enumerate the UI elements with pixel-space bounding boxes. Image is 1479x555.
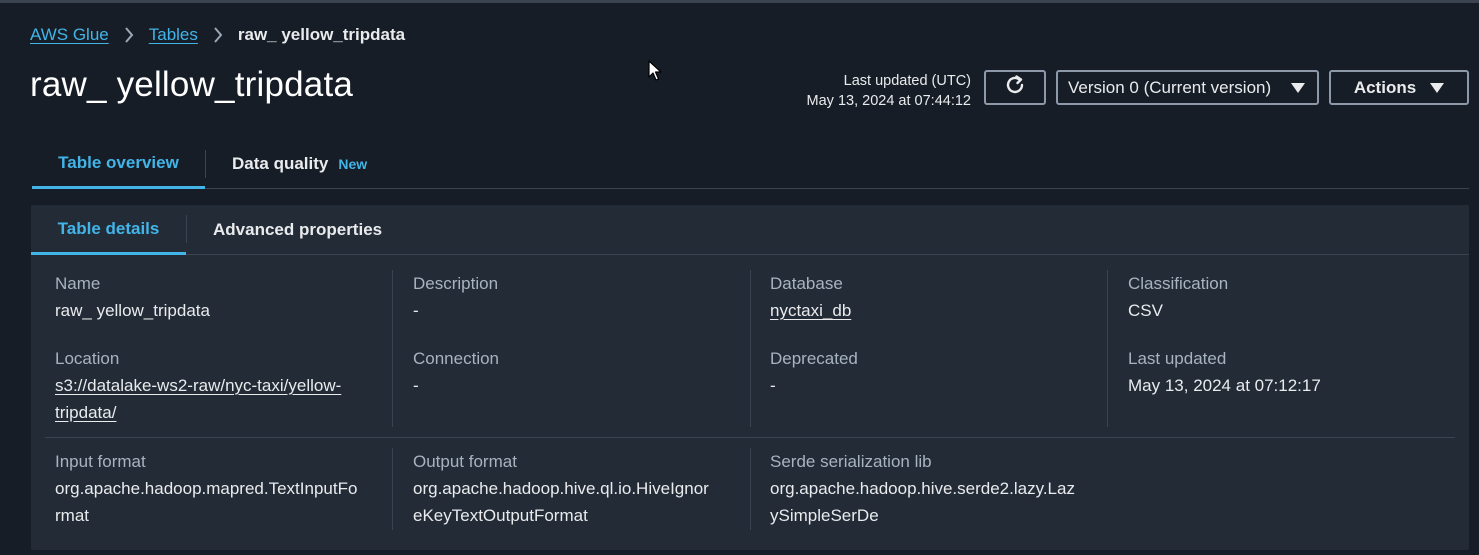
new-badge: New	[338, 156, 368, 172]
location-link-line-1[interactable]: s3://datalake-ws2-raw/nyc-taxi/yellow-	[55, 372, 341, 399]
version-select-label: Version 0 (Current version)	[1068, 77, 1272, 97]
tab-table-details[interactable]: Table details	[31, 205, 186, 255]
section-divider	[45, 437, 1455, 438]
caret-down-icon	[1291, 83, 1305, 93]
last-updated-value: May 13, 2024 at 07:44:12	[806, 93, 971, 109]
field-value: -	[413, 376, 419, 395]
tab-table-overview[interactable]: Table overview	[32, 140, 205, 189]
field-value-line-2: eKeyTextOutputFormat	[413, 506, 588, 525]
mouse-cursor-icon	[648, 60, 662, 87]
field-description: Description -	[413, 270, 498, 324]
field-value-line-1: org.apache.hadoop.hive.ql.io.HiveIgnor	[413, 479, 709, 498]
field-value-line-2: rmat	[55, 506, 89, 525]
top-border	[0, 0, 1479, 3]
location-link-line-2[interactable]: tripdata/	[55, 399, 341, 426]
column-divider	[750, 448, 751, 530]
last-updated-label: Last updated (UTC)	[843, 73, 971, 89]
chevron-right-icon	[109, 27, 149, 43]
field-label: Location	[55, 349, 120, 368]
page-title: raw_ yellow_tripdata	[30, 65, 354, 104]
field-serde-lib: Serde serialization lib org.apache.hadoo…	[770, 448, 1075, 529]
refresh-button[interactable]	[984, 70, 1046, 105]
refresh-icon	[1004, 74, 1026, 101]
field-label: Deprecated	[770, 349, 858, 368]
field-value: raw_ yellow_tripdata	[55, 301, 210, 320]
field-label: Serde serialization lib	[770, 452, 932, 471]
field-label: Description	[413, 274, 499, 293]
column-divider	[392, 448, 393, 530]
field-value-line-1: org.apache.hadoop.mapred.TextInputFo	[55, 479, 358, 498]
actions-label: Actions	[1353, 77, 1417, 97]
field-label: Connection	[413, 349, 500, 368]
field-value: -	[770, 376, 776, 395]
tab-advanced-properties[interactable]: Advanced properties	[213, 205, 382, 254]
last-updated-info: Last updated (UTC) May 13, 2024 at 07:44…	[807, 71, 971, 111]
main-tabs: Table overview Data quality New	[32, 140, 1469, 189]
detail-subtabs: Table details Advanced properties	[31, 205, 1469, 255]
table-details-panel: Table details Advanced properties Name r…	[31, 205, 1469, 550]
field-database: Database nyctaxi_db	[770, 270, 851, 324]
field-value-line-1: org.apache.hadoop.hive.serde2.lazy.Laz	[770, 479, 1075, 498]
field-output-format: Output format org.apache.hadoop.hive.ql.…	[413, 448, 709, 529]
field-input-format: Input format org.apache.hadoop.mapred.Te…	[55, 448, 357, 529]
field-label: Output format	[413, 452, 517, 471]
field-label: Classification	[1128, 274, 1229, 293]
field-deprecated: Deprecated -	[770, 345, 858, 399]
version-select[interactable]: Version 0 (Current version)	[1056, 70, 1319, 105]
field-label: Input format	[55, 452, 146, 471]
breadcrumb-current: raw_ yellow_tripdata	[237, 25, 406, 44]
field-label: Name	[55, 274, 101, 293]
actions-button[interactable]: Actions	[1329, 70, 1469, 105]
breadcrumb: AWS Glue Tables raw_ yellow_tripdata	[30, 25, 405, 45]
tab-table-details-label: Table details	[57, 218, 160, 238]
tab-data-quality[interactable]: Data quality New	[232, 140, 367, 188]
field-name: Name raw_ yellow_tripdata	[55, 270, 210, 324]
field-last-updated: Last updated May 13, 2024 at 07:12:17	[1128, 345, 1321, 399]
field-connection: Connection -	[413, 345, 499, 399]
field-classification: Classification CSV	[1128, 270, 1228, 324]
tab-divider	[186, 215, 187, 243]
field-value: May 13, 2024 at 07:12:17	[1128, 376, 1321, 395]
field-label: Database	[770, 274, 843, 293]
breadcrumb-tables[interactable]: Tables	[149, 25, 198, 45]
field-location: Location s3://datalake-ws2-raw/nyc-taxi/…	[55, 345, 341, 426]
column-divider	[1107, 270, 1108, 427]
field-value: -	[413, 301, 419, 320]
tab-table-overview-label: Table overview	[58, 153, 179, 172]
tab-data-quality-label: Data quality	[232, 154, 329, 173]
breadcrumb-aws-glue[interactable]: AWS Glue	[30, 25, 109, 45]
tab-divider	[205, 150, 206, 178]
field-value-line-2: ySimpleSerDe	[770, 506, 879, 525]
chevron-right-icon	[198, 27, 238, 43]
caret-down-icon	[1430, 82, 1445, 93]
tab-advanced-properties-label: Advanced properties	[213, 219, 383, 239]
field-value: CSV	[1128, 301, 1163, 320]
field-label: Last updated	[1128, 349, 1227, 368]
database-link[interactable]: nyctaxi_db	[770, 297, 851, 324]
column-divider	[392, 270, 393, 427]
column-divider	[750, 270, 751, 427]
